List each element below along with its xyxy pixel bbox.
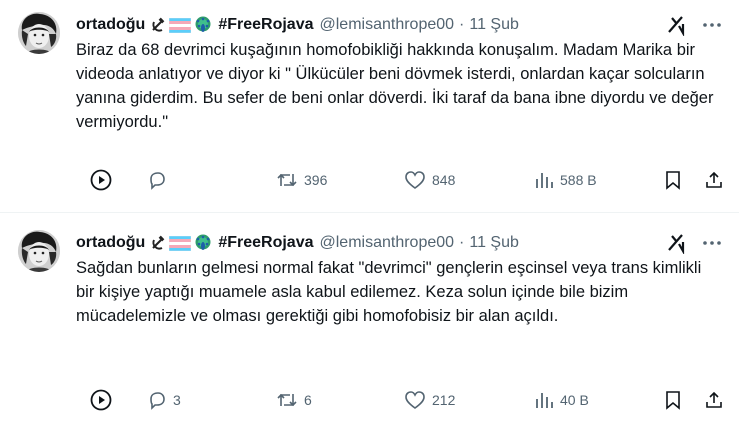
more-icon[interactable] [700,14,724,36]
share-icon [706,171,722,188]
tweet-header: ortadoğu #FreeRojava @lemisanthrope00 · … [76,232,739,254]
share-button[interactable] [704,168,724,192]
like-icon [405,391,425,409]
display-name[interactable]: ortadoğu [76,16,145,34]
separator-dot: · [459,234,465,251]
like-icon [405,171,425,189]
like-count: 848 [432,172,456,188]
handle[interactable]: @lemisanthrope00 [320,16,455,34]
play-button[interactable] [90,168,112,192]
trans-flag-icon [169,17,192,33]
retweet-button[interactable]: 396 [276,168,327,192]
retweet-count: 6 [304,392,312,408]
reply-icon [150,392,165,410]
tweet[interactable]: ortadoğu #FreeRojava @lemisanthrope00 · … [0,0,739,213]
share-icon [706,391,722,408]
name-emojis [150,234,212,252]
grok-icon[interactable] [665,232,687,256]
action-bar: 3 6 212 40 B [76,388,729,412]
retweet-count: 396 [304,172,328,188]
view-count: 588 B [560,172,597,188]
like-button[interactable]: 848 [404,168,455,192]
bookmark-button[interactable] [664,168,682,192]
bookmark-button[interactable] [664,388,682,412]
tweet-header: ortadoğu #FreeRojava @lemisanthrope00 · … [76,14,739,36]
like-button[interactable]: 212 [404,388,455,412]
tweet-text: Sağdan bunların gelmesi normal fakat "de… [76,259,702,325]
views-button[interactable]: 40 B [534,388,589,412]
name-hashtag[interactable]: #FreeRojava [218,234,313,252]
grok-icon[interactable] [665,14,687,38]
views-icon [536,393,553,408]
bookmark-icon [666,391,680,410]
views-button[interactable]: 588 B [534,168,597,192]
tweet[interactable]: ortadoğu #FreeRojava @lemisanthrope00 · … [0,218,739,433]
tweet-text: Biraz da 68 devrimci kuşağının homofobik… [76,41,714,131]
peacock-icon [195,16,211,32]
hammer-sickle-icon [152,235,165,250]
avatar[interactable] [18,12,60,54]
separator-dot: · [459,16,465,33]
reply-button[interactable] [147,168,173,192]
display-name[interactable]: ortadoğu [76,234,145,252]
hammer-sickle-icon [152,17,165,32]
view-count: 40 B [560,392,589,408]
play-button[interactable] [90,388,112,412]
play-icon [90,169,112,191]
more-icon[interactable] [700,232,724,254]
retweet-button[interactable]: 6 [276,388,312,412]
views-icon [536,173,553,188]
avatar[interactable] [18,230,60,272]
share-button[interactable] [704,388,724,412]
reply-count: 3 [173,392,181,408]
reply-button[interactable]: 3 [147,388,181,412]
timestamp[interactable]: 11 Şub [469,234,519,252]
trans-flag-icon [169,235,192,251]
timestamp[interactable]: 11 Şub [469,16,519,34]
name-emojis [150,16,212,34]
like-count: 212 [432,392,456,408]
retweet-icon [277,173,297,187]
play-icon [90,389,112,411]
handle[interactable]: @lemisanthrope00 [320,234,455,252]
name-hashtag[interactable]: #FreeRojava [218,16,313,34]
action-bar: 396 848 588 B [76,168,729,192]
bookmark-icon [666,171,680,190]
peacock-icon [195,234,211,250]
retweet-icon [277,393,297,407]
reply-icon [150,172,165,190]
